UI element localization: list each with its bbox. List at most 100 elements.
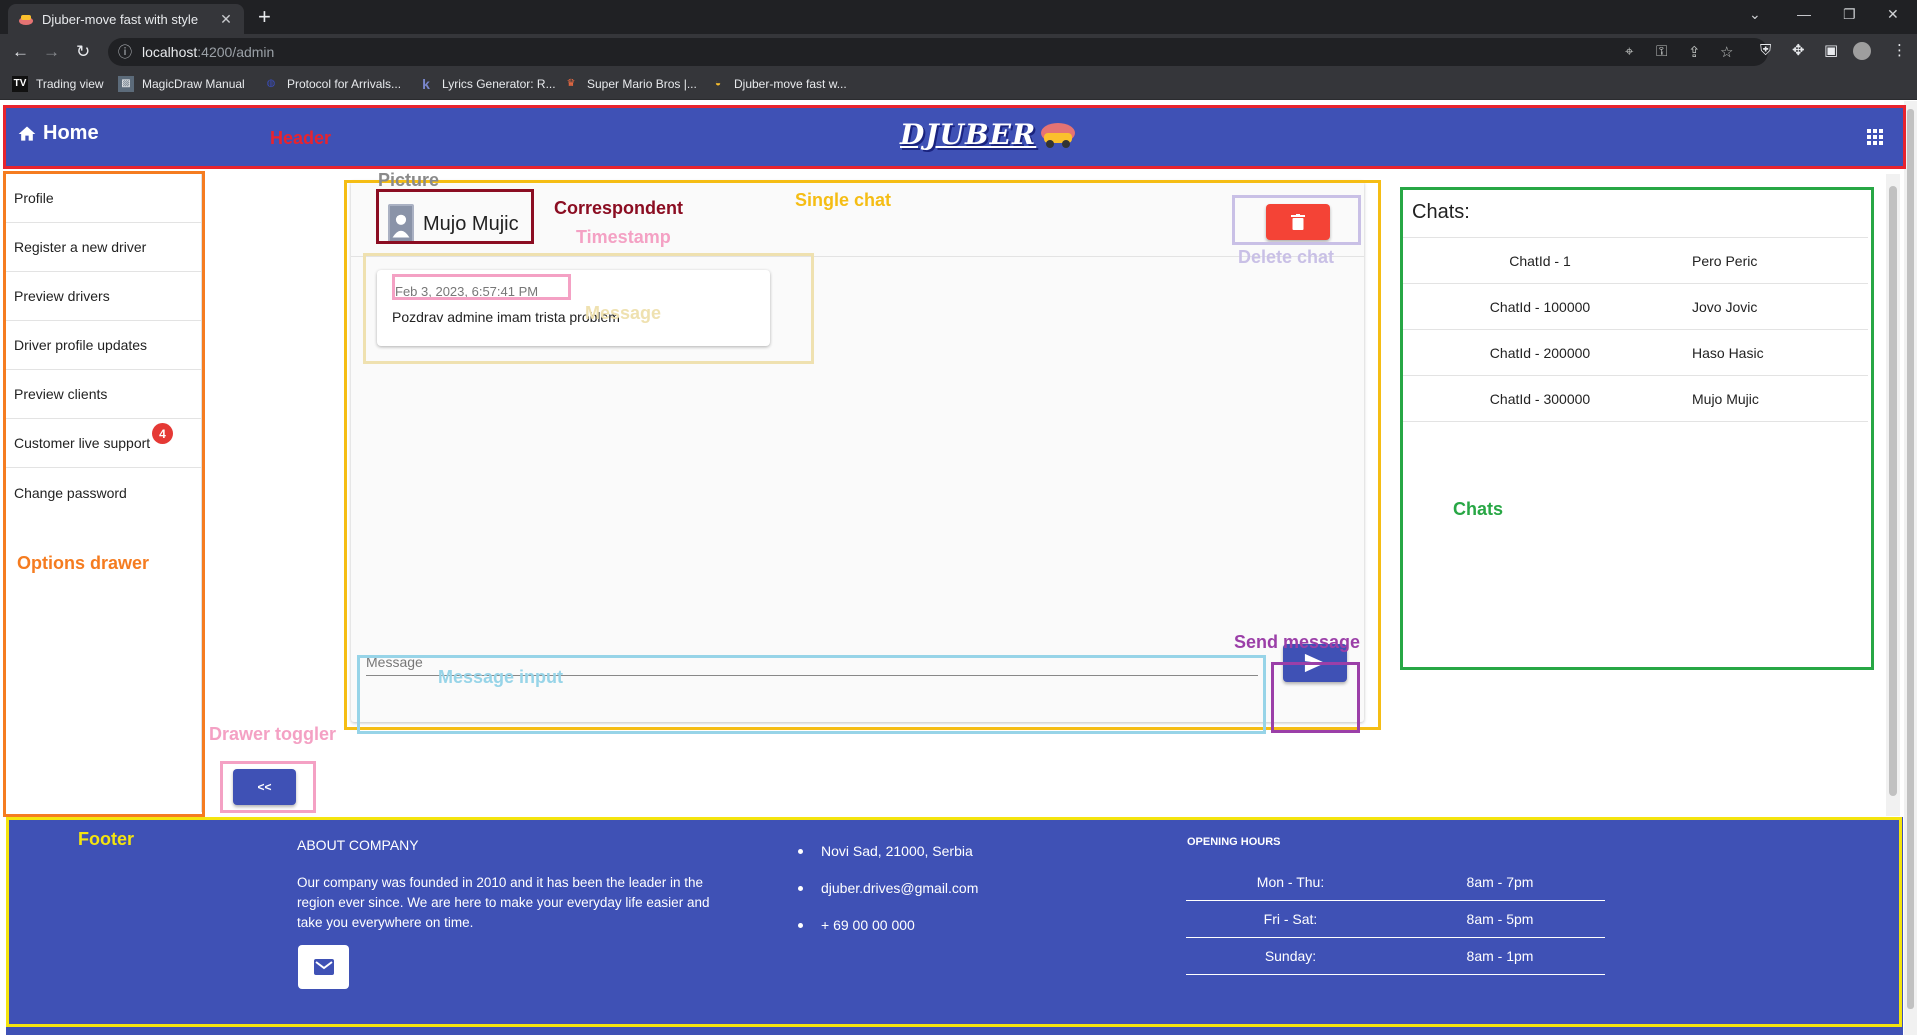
chats-list: ChatId - 1 Pero Peric ChatId - 100000 Jovo… (1400, 237, 1868, 422)
minimize-icon[interactable]: — (1797, 6, 1811, 22)
contact-address: Novi Sad, 21000, Serbia (798, 843, 973, 859)
drawer-item-register-driver[interactable]: Register a new driver (6, 223, 201, 272)
bookmark-label: Protocol for Arrivals... (287, 77, 402, 91)
app-footer: ABOUT COMPANY Our company was founded in… (6, 817, 1903, 1035)
drawer-item-live-support[interactable]: Customer live support 4 (6, 419, 201, 468)
message-timestamp: Feb 3, 2023, 6:57:41 PM (395, 284, 539, 299)
correspondent-name: Mujo Mujic (423, 213, 519, 235)
drawer-item-label: Register a new driver (14, 239, 147, 255)
drawer-item-change-password[interactable]: Change password (6, 468, 201, 517)
bookmark-item[interactable]: TV Trading view (12, 76, 104, 92)
chat-row[interactable]: ChatId - 200000 Haso Hasic (1400, 330, 1868, 376)
chats-title: Chats: (1412, 201, 1470, 223)
hours-row: Fri - Sat: 8am - 5pm (1186, 901, 1605, 938)
forward-icon[interactable]: → (43, 43, 60, 60)
address-bar[interactable]: ⓘ localhost:4200/admin ⌖ ⚿ ⇪ ☆ (108, 38, 1768, 66)
page-scrollbar[interactable] (1904, 101, 1917, 1035)
bookmark-star-icon[interactable]: ☆ (1720, 43, 1733, 61)
djuber-logo: DJUBER (900, 118, 1078, 151)
drawer-item-preview-clients[interactable]: Preview clients (6, 370, 201, 419)
site-info-icon[interactable]: ⓘ (118, 42, 142, 62)
message-text: Pozdrav admine imam trista problem (392, 309, 620, 325)
chat-row[interactable]: ChatId - 300000 Mujo Mujic (1400, 376, 1868, 422)
share-icon[interactable]: ⇪ (1688, 43, 1701, 61)
delete-chat-button[interactable] (1266, 204, 1330, 240)
reload-icon[interactable]: ↻ (76, 43, 90, 60)
chat-row[interactable]: ChatId - 100000 Jovo Jovic (1400, 284, 1868, 330)
hours-day: Mon - Thu: (1256, 874, 1325, 890)
message-input-field (366, 628, 1258, 686)
bookmarks-bar: TV Trading view ▨ MagicDraw Manual ◍ Protoc… (0, 70, 1917, 100)
bullet-icon (798, 848, 803, 854)
location-icon[interactable]: ⌖ (1625, 43, 1633, 60)
single-chat-card: Mujo Mujic Feb 3, 2023, 6:57:41 PM Pozdr… (351, 181, 1364, 722)
drawer-item-driver-updates[interactable]: Driver profile updates (6, 321, 201, 370)
inner-scrollbar[interactable] (1886, 174, 1900, 816)
extension-icon[interactable]: ⛨ (1760, 43, 1771, 58)
hours-time: 8am - 7pm (1466, 874, 1534, 890)
logo-text: DJUBER (900, 118, 1037, 151)
key-icon[interactable]: ⚿ (1656, 43, 1667, 60)
chat-id: ChatId - 200000 (1489, 344, 1591, 361)
send-message-button[interactable] (1283, 644, 1347, 682)
opening-hours-title: OPENING HOURS (1187, 836, 1281, 848)
hours-time: 8am - 1pm (1466, 948, 1534, 964)
drawer-item-profile[interactable]: Profile (6, 174, 201, 223)
chat-header: Mujo Mujic (351, 181, 1364, 257)
browser-toolbar: ← → ↻ ⓘ localhost:4200/admin ⌖ ⚿ ⇪ ☆ ⛨ ✥… (0, 34, 1917, 70)
message-input[interactable] (366, 648, 1258, 676)
inner-scroll-thumb[interactable] (1889, 186, 1897, 796)
chat-row[interactable]: ChatId - 1 Pero Peric (1400, 238, 1868, 284)
browser-tab[interactable]: Djuber-move fast with style ✕ (8, 4, 244, 34)
close-tab-icon[interactable]: ✕ (218, 11, 234, 28)
drawer-item-label: Change password (14, 484, 127, 501)
mail-button[interactable] (298, 945, 349, 989)
bullet-icon (798, 922, 803, 928)
hours-day: Sunday: (1264, 948, 1317, 964)
chats-panel: Chats: ChatId - 1 Pero Peric ChatId - 100… (1400, 191, 1868, 661)
home-button[interactable]: Home (17, 122, 99, 145)
about-text: Our company was founded in 2010 and it h… (297, 875, 710, 930)
annotation-label-toggler: Drawer toggler (209, 724, 337, 744)
car-favicon-icon (19, 15, 33, 25)
hours-day: Fri - Sat: (1263, 911, 1318, 927)
side-panel-icon[interactable]: ▣ (1824, 43, 1838, 58)
browser-menu-icon[interactable]: ⋮ (1892, 43, 1907, 58)
new-tab-icon[interactable]: + (258, 6, 271, 28)
puzzle-icon[interactable]: ✥ (1792, 43, 1805, 58)
back-icon[interactable]: ← (12, 43, 29, 60)
bookmark-item[interactable]: k Lyrics Generator: R... (418, 76, 556, 92)
apps-grid-icon[interactable] (1866, 128, 1884, 146)
close-window-icon[interactable]: ✕ (1887, 6, 1899, 23)
bookmark-item[interactable]: ♛ Super Mario Bros |... (563, 76, 697, 92)
bookmark-label: Djuber-move fast w... (734, 77, 847, 91)
bookmark-label: MagicDraw Manual (142, 77, 245, 91)
browser-tab-bar: Djuber-move fast with style ✕ + ⌄ — ❐ ✕ (0, 0, 1917, 34)
bookmark-item[interactable]: ◍ Protocol for Arrivals... (263, 76, 401, 92)
car-logo-icon (1041, 122, 1076, 148)
bookmark-item[interactable]: ◒ Djuber-move fast w... (710, 76, 847, 92)
chat-user-name: Jovo Jovic (1692, 298, 1758, 315)
profile-avatar-icon[interactable] (1853, 42, 1871, 60)
restore-icon[interactable]: ❐ (1843, 6, 1856, 23)
bookmark-item[interactable]: ▨ MagicDraw Manual (118, 76, 245, 92)
drawer-item-preview-drivers[interactable]: Preview drivers (6, 272, 201, 321)
hours-time: 8am - 5pm (1466, 911, 1534, 927)
page-scroll-thumb[interactable] (1907, 109, 1914, 1009)
home-icon (18, 126, 36, 141)
tab-search-icon[interactable]: ⌄ (1749, 6, 1761, 23)
drawer-toggle-button[interactable]: << (233, 769, 296, 805)
tradingview-icon: TV (12, 76, 28, 92)
url-host: localhost (142, 44, 198, 60)
page-viewport: Home DJUBER Profile Register a new drive… (0, 101, 1917, 1035)
mail-icon (313, 959, 334, 975)
magicdraw-icon: ▨ (118, 76, 134, 92)
chat-user-name: Pero Peric (1692, 252, 1758, 269)
correspondent-avatar (388, 204, 414, 244)
screen-root: { "browser": { "tab_title": "Djuber-move… (0, 0, 1917, 1035)
tab-title: Djuber-move fast with style (42, 11, 199, 27)
options-drawer: Profile Register a new driver Preview dr… (6, 174, 202, 812)
chat-user-name: Haso Hasic (1692, 344, 1764, 361)
hours-row: Mon - Thu: 8am - 7pm (1186, 864, 1605, 901)
drawer-item-label: Customer live support (14, 435, 151, 451)
